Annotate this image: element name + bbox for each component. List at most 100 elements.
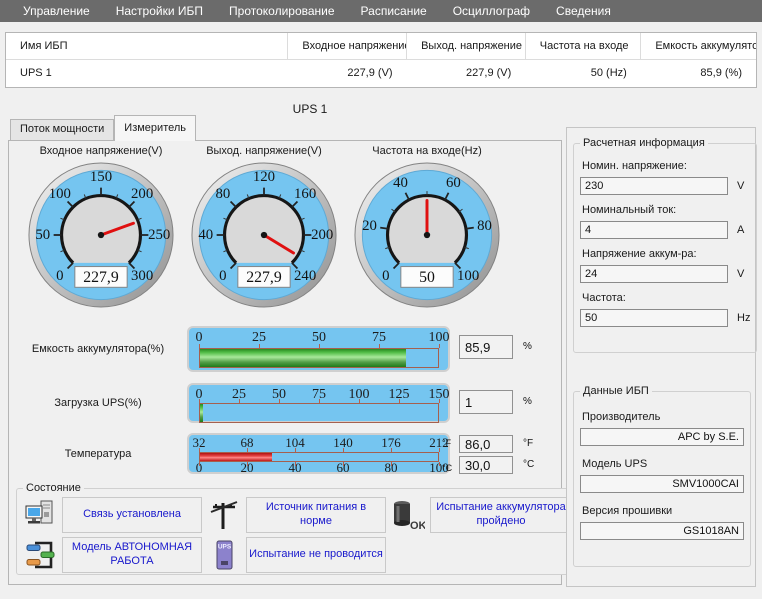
bar-scale-tick: [343, 462, 344, 466]
calc-field-row-4: 50Hz: [580, 309, 750, 327]
calc-field-label-2: Номинальный ток:: [582, 204, 750, 216]
meter-temperature-fill: [200, 453, 272, 461]
calc-field-input-2[interactable]: 4: [580, 221, 728, 239]
menu-item-2[interactable]: Настройки ИБП: [103, 0, 216, 22]
ups-data-legend: Данные ИБП: [580, 385, 652, 397]
meter-temperature-unit: °F: [523, 438, 533, 449]
calc-field-label-1: Номин. напряжение:: [582, 160, 750, 172]
bar-scale-tick: [295, 462, 296, 466]
status-label-2: Источник питания в норме: [246, 497, 386, 533]
right-info-panel: Расчетная информация Номин. напряжение:2…: [566, 127, 756, 587]
svg-text:160: 160: [294, 186, 316, 202]
bar-scale-tick: [379, 344, 380, 348]
bar-scale-tick: [279, 399, 280, 403]
tab-bar: Поток мощностиИзмеритель: [10, 115, 196, 140]
menu-item-1[interactable]: Управление: [10, 0, 103, 22]
table-row[interactable]: UPS 1227,9 (V)227,9 (V)50 (Hz)85,9 (%): [6, 60, 756, 87]
bar-scale-tick: [239, 399, 240, 403]
status-label-4: Модель АВТОНОМНАЯ РАБОТА: [62, 537, 202, 573]
svg-text:100: 100: [457, 268, 479, 284]
svg-text:80: 80: [477, 218, 492, 234]
battery-ok-icon: OK: [391, 497, 425, 533]
menu-item-5[interactable]: Осциллограф: [440, 0, 543, 22]
calc-info-fields: Номин. напряжение:230VНоминальный ток:4A…: [580, 160, 750, 327]
status-label-3: Испытание аккумулятора пройдено: [430, 497, 572, 533]
calc-field-row-3: 24 V: [580, 265, 750, 283]
gauge-input-voltage: Входное напряжение(V)0501001502002503002…: [27, 145, 175, 314]
ups-data-value-3[interactable]: GS1018AN: [580, 522, 744, 540]
gauge-output-voltage-title: Выход. напряжение(V): [206, 145, 322, 157]
bar-scale-tick: [343, 448, 344, 452]
calc-field-unit-3: V: [737, 268, 744, 280]
page-title: UPS 1: [0, 102, 620, 116]
svg-text:200: 200: [311, 227, 333, 243]
bar-scale-tick: [295, 448, 296, 452]
table-cell: UPS 1: [6, 60, 288, 87]
status-group-legend: Состояние: [23, 482, 84, 494]
meter-battery-capacity-value: 85,9: [459, 335, 513, 359]
svg-text:100: 100: [49, 186, 71, 202]
calc-field-label-3: Напряжение аккум-ра:: [582, 248, 750, 260]
tab-power-flow[interactable]: Поток мощности: [10, 119, 114, 140]
bar-scale-tick: [391, 462, 392, 466]
gauge-output-voltage-dial: 04080120160200240227,9: [190, 161, 338, 314]
meter-battery-capacity-fill: [200, 349, 406, 367]
menu-item-3[interactable]: Протоколирование: [216, 0, 348, 22]
gauge-dial: 02040608010050: [353, 161, 501, 309]
meter-ups-load-value: 1: [459, 390, 513, 414]
calc-field-input-3[interactable]: 24: [580, 265, 728, 283]
bar-scale-tick: [199, 462, 200, 466]
table-cell: 227,9 (V): [288, 60, 407, 87]
bar-scale-number: 25: [252, 331, 266, 344]
gauge-row: Входное напряжение(V)0501001502002503002…: [27, 145, 501, 314]
menu-item-4[interactable]: Расписание: [348, 0, 440, 22]
bar-scale-tick: [247, 448, 248, 452]
ups-table-body: UPS 1227,9 (V)227,9 (V)50 (Hz)85,9 (%): [6, 60, 756, 87]
ups-data-value-1[interactable]: APC by S.E.: [580, 428, 744, 446]
meter-ups-load-fill: [200, 404, 203, 422]
gauge-value: 227,9: [246, 269, 282, 286]
meter-battery-capacity-label: Емкость аккумулятора(%): [9, 326, 187, 372]
ups-data-fields: Производитель APC by S.E. Модель UPS SMV100…: [580, 411, 744, 540]
ups-data-label-2: Модель UPS: [582, 458, 744, 470]
ups-table: Имя ИБПВходное напряжениеВыход. напряжен…: [5, 32, 757, 88]
bar-scale-tick: [199, 344, 200, 348]
table-header-cell: Емкость аккумулятора: [641, 33, 756, 60]
gauge-output-voltage: Выход. напряжение(V)04080120160200240227…: [190, 145, 338, 314]
svg-text:240: 240: [294, 268, 316, 284]
gauge-input-frequency-dial: 02040608010050: [353, 161, 501, 314]
calc-field-row-2: 4A: [580, 221, 750, 239]
meter-battery-capacity-track: [199, 348, 439, 368]
bar-scale-tick: [391, 448, 392, 452]
bar-scale-tick: [439, 344, 440, 348]
svg-text:120: 120: [253, 169, 275, 185]
gauge-value: 50: [419, 269, 435, 286]
bar-scale-tick: [399, 399, 400, 403]
table-cell: 85,9 (%): [641, 60, 756, 87]
bar-scale-number: 0: [196, 331, 203, 344]
calc-field-input-1[interactable]: 230: [580, 177, 728, 195]
gauge-input-frequency: Частота на входе(Hz)02040608010050: [353, 145, 501, 314]
status-label-5: Испытание не проводится: [246, 537, 386, 573]
table-header-cell: Имя ИБП: [6, 33, 288, 60]
calc-field-input-4[interactable]: 50: [580, 309, 728, 327]
menu-item-6[interactable]: Сведения: [543, 0, 624, 22]
calc-field-row-1: 230V: [580, 177, 750, 195]
table-header-row: Имя ИБПВходное напряжениеВыход. напряжен…: [6, 33, 756, 60]
svg-text:250: 250: [148, 227, 170, 243]
tab-meter[interactable]: Измеритель: [114, 115, 196, 141]
bar-scale-number: 75: [372, 331, 386, 344]
svg-text:40: 40: [198, 227, 213, 243]
ups-monitor-window: УправлениеНастройки ИБППротоколированиеР…: [0, 0, 762, 599]
status-label-1: Связь установлена: [62, 497, 202, 533]
bar-scale-number: 100: [429, 331, 450, 344]
svg-text:0: 0: [219, 268, 226, 284]
meter-temperature-value: 86,0: [459, 435, 513, 453]
ups-data-value-2[interactable]: SMV1000CAI: [580, 475, 744, 493]
meter-ups-load-unit: %: [523, 396, 532, 407]
meter-battery-capacity-unit: %: [523, 341, 532, 352]
svg-text:0: 0: [56, 268, 63, 284]
bar-scale-tick: [199, 448, 200, 452]
ups-data-label-1: Производитель: [582, 411, 744, 423]
bar-scale-tick: [259, 344, 260, 348]
